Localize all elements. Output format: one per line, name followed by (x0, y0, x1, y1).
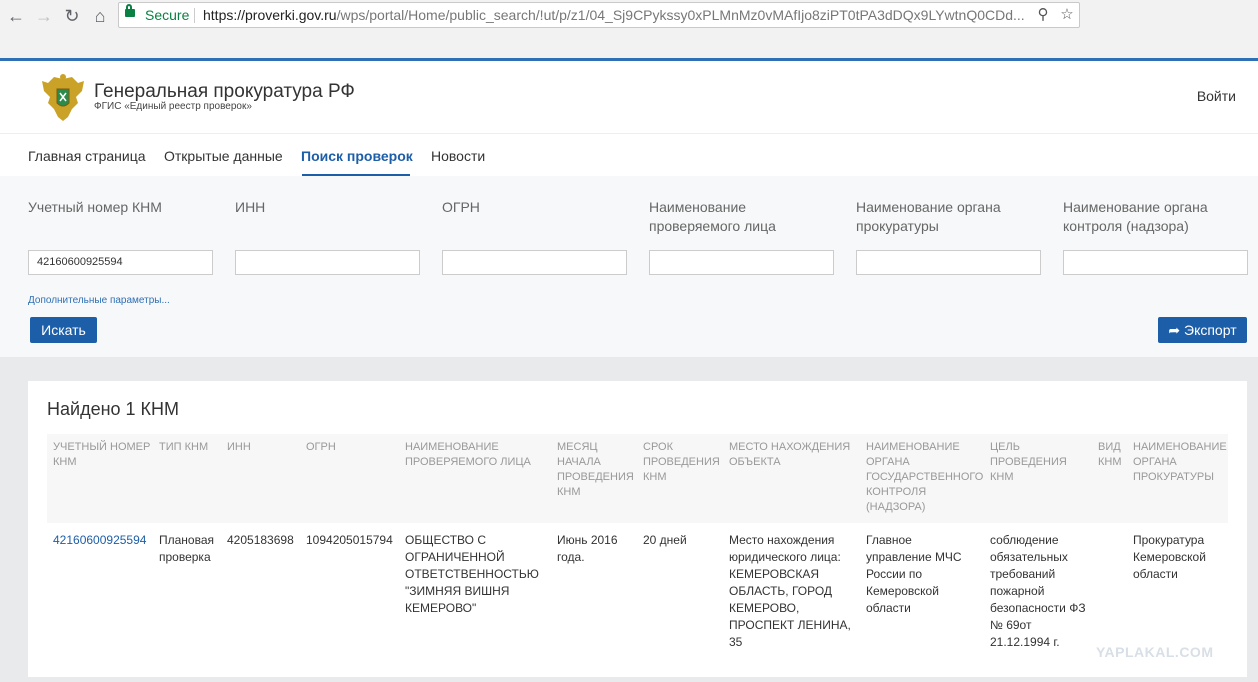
label-inspected-entity: Наименование проверяемого лица (649, 199, 776, 234)
cell-ogrn: 1094205015794 (306, 533, 393, 547)
export-button[interactable]: ➦ Экспорт (1158, 317, 1247, 343)
label-inn: ИНН (235, 199, 266, 215)
knm-number-input[interactable]: 42160600925594 (28, 250, 213, 275)
cell-knm-link[interactable]: 42160600925594 (53, 532, 146, 549)
column-header: СРОК ПРОВЕДЕНИЯ КНМ (643, 441, 720, 483)
advanced-params-link[interactable]: Дополнительные параметры... (28, 295, 170, 306)
column-header: НАИМЕНОВАНИЕ ПРОВЕРЯЕМОГО ЛИЦА (405, 441, 531, 468)
label-control-body: Наименование органа контроля (надзора) (1063, 199, 1208, 234)
site-title[interactable]: Генеральная прокуратура РФ (94, 81, 355, 103)
label-prosecutor-body: Наименование органа прокуратуры (856, 199, 1001, 234)
column-header: ВИД КНМ (1098, 441, 1122, 468)
label-knm-number: Учетный номер КНМ (28, 199, 162, 215)
cell-location: Место нахождения юридического лица: КЕМЕ… (729, 533, 851, 649)
site-header: Генеральная прокуратура РФ ФГИС «Единый … (0, 61, 1258, 133)
results-panel: Найдено 1 КНМ УЧЕТНЫЙ НОМЕР КНМ ТИП КНМ … (28, 381, 1247, 677)
share-arrow-icon: ➦ (1168, 322, 1184, 338)
main-nav: Главная страница Открытые данные Поиск п… (0, 133, 1258, 177)
cell-purpose: соблюдение обязательных требований пожар… (990, 533, 1086, 649)
login-link[interactable]: Войти (1197, 88, 1236, 104)
column-header: ЦЕЛЬ ПРОВЕДЕНИЯ КНМ (990, 441, 1067, 483)
tab-news[interactable]: Новости (431, 148, 485, 164)
column-header: ИНН (227, 441, 251, 453)
forward-arrow-icon[interactable]: → (32, 4, 56, 28)
tab-open-data[interactable]: Открытые данные (164, 148, 283, 164)
inn-input[interactable] (235, 250, 420, 275)
url-text: https://proverki.gov.ru/wps/portal/Home/… (203, 3, 1025, 27)
search-button[interactable]: Искать (30, 317, 97, 343)
tab-home[interactable]: Главная страница (28, 148, 146, 164)
cell-name: ОБЩЕСТВО С ОГРАНИЧЕННОЙ ОТВЕТСТВЕННОСТЬЮ… (405, 533, 539, 615)
cell-month: Июнь 2016 года. (557, 533, 618, 564)
column-header: НАИМЕНОВАНИЕ ОРГАНА ГОСУДАРСТВЕННОГО КОН… (866, 441, 984, 513)
home-icon[interactable]: ⌂ (88, 4, 112, 28)
search-form: Учетный номер КНМ ИНН ОГРН Наименование … (0, 176, 1258, 357)
tab-search-inspections[interactable]: Поиск проверок (301, 148, 413, 164)
bookmark-star-icon[interactable]: ☆ (1057, 3, 1077, 27)
ogrn-input[interactable] (442, 250, 627, 275)
prosecutor-body-input[interactable] (856, 250, 1041, 275)
column-header: МЕСТО НАХОЖДЕНИЯ ОБЪЕКТА (729, 441, 851, 468)
column-header: ОГРН (306, 441, 336, 453)
address-separator (194, 8, 195, 23)
reload-icon[interactable]: ↻ (60, 4, 84, 28)
column-header: ТИП КНМ (159, 441, 209, 453)
lock-icon (125, 4, 135, 17)
inspected-entity-input[interactable] (649, 250, 834, 275)
cell-inn: 4205183698 (227, 533, 294, 547)
cell-type: Плановая проверка (159, 533, 215, 564)
url-path: /wps/portal/Home/public_search/!ut/p/z1/… (336, 7, 1025, 23)
url-host: https://proverki.gov.ru (203, 7, 337, 23)
cell-duration: 20 дней (643, 533, 687, 547)
emblem-icon[interactable] (40, 73, 86, 123)
control-body-input[interactable] (1063, 250, 1248, 275)
browser-toolbar: ← → ↻ ⌂ Secure https://proverki.gov.ru/w… (0, 0, 1258, 59)
knm-link[interactable]: 42160600925594 (53, 533, 146, 547)
zoom-icon[interactable]: ⚲ (1033, 3, 1053, 27)
address-bar[interactable]: Secure https://proverki.gov.ru/wps/porta… (118, 2, 1080, 28)
column-header: УЧЕТНЫЙ НОМЕР КНМ (53, 441, 151, 468)
table-header: УЧЕТНЫЙ НОМЕР КНМ ТИП КНМ ИНН ОГРН НАИМЕ… (47, 434, 1228, 523)
secure-label: Secure (145, 7, 190, 23)
column-header: НАИМЕНОВАНИЕ ОРГАНА ПРОКУРАТУРЫ (1133, 441, 1227, 483)
site-subtitle: ФГИС «Единый реестр проверок» (94, 101, 252, 112)
export-button-label: Экспорт (1184, 322, 1237, 338)
results-count: Найдено 1 КНМ (47, 399, 180, 419)
column-header: МЕСЯЦ НАЧАЛА ПРОВЕДЕНИЯ КНМ (557, 441, 634, 498)
cell-control-body: Главное управление МЧС России по Кемеров… (866, 533, 962, 615)
label-ogrn: ОГРН (442, 199, 480, 215)
back-arrow-icon[interactable]: ← (4, 4, 28, 28)
watermark: YAPLAKAL.COM (1096, 644, 1214, 660)
cell-prosecutor: Прокуратура Кемеровской области (1133, 533, 1206, 581)
